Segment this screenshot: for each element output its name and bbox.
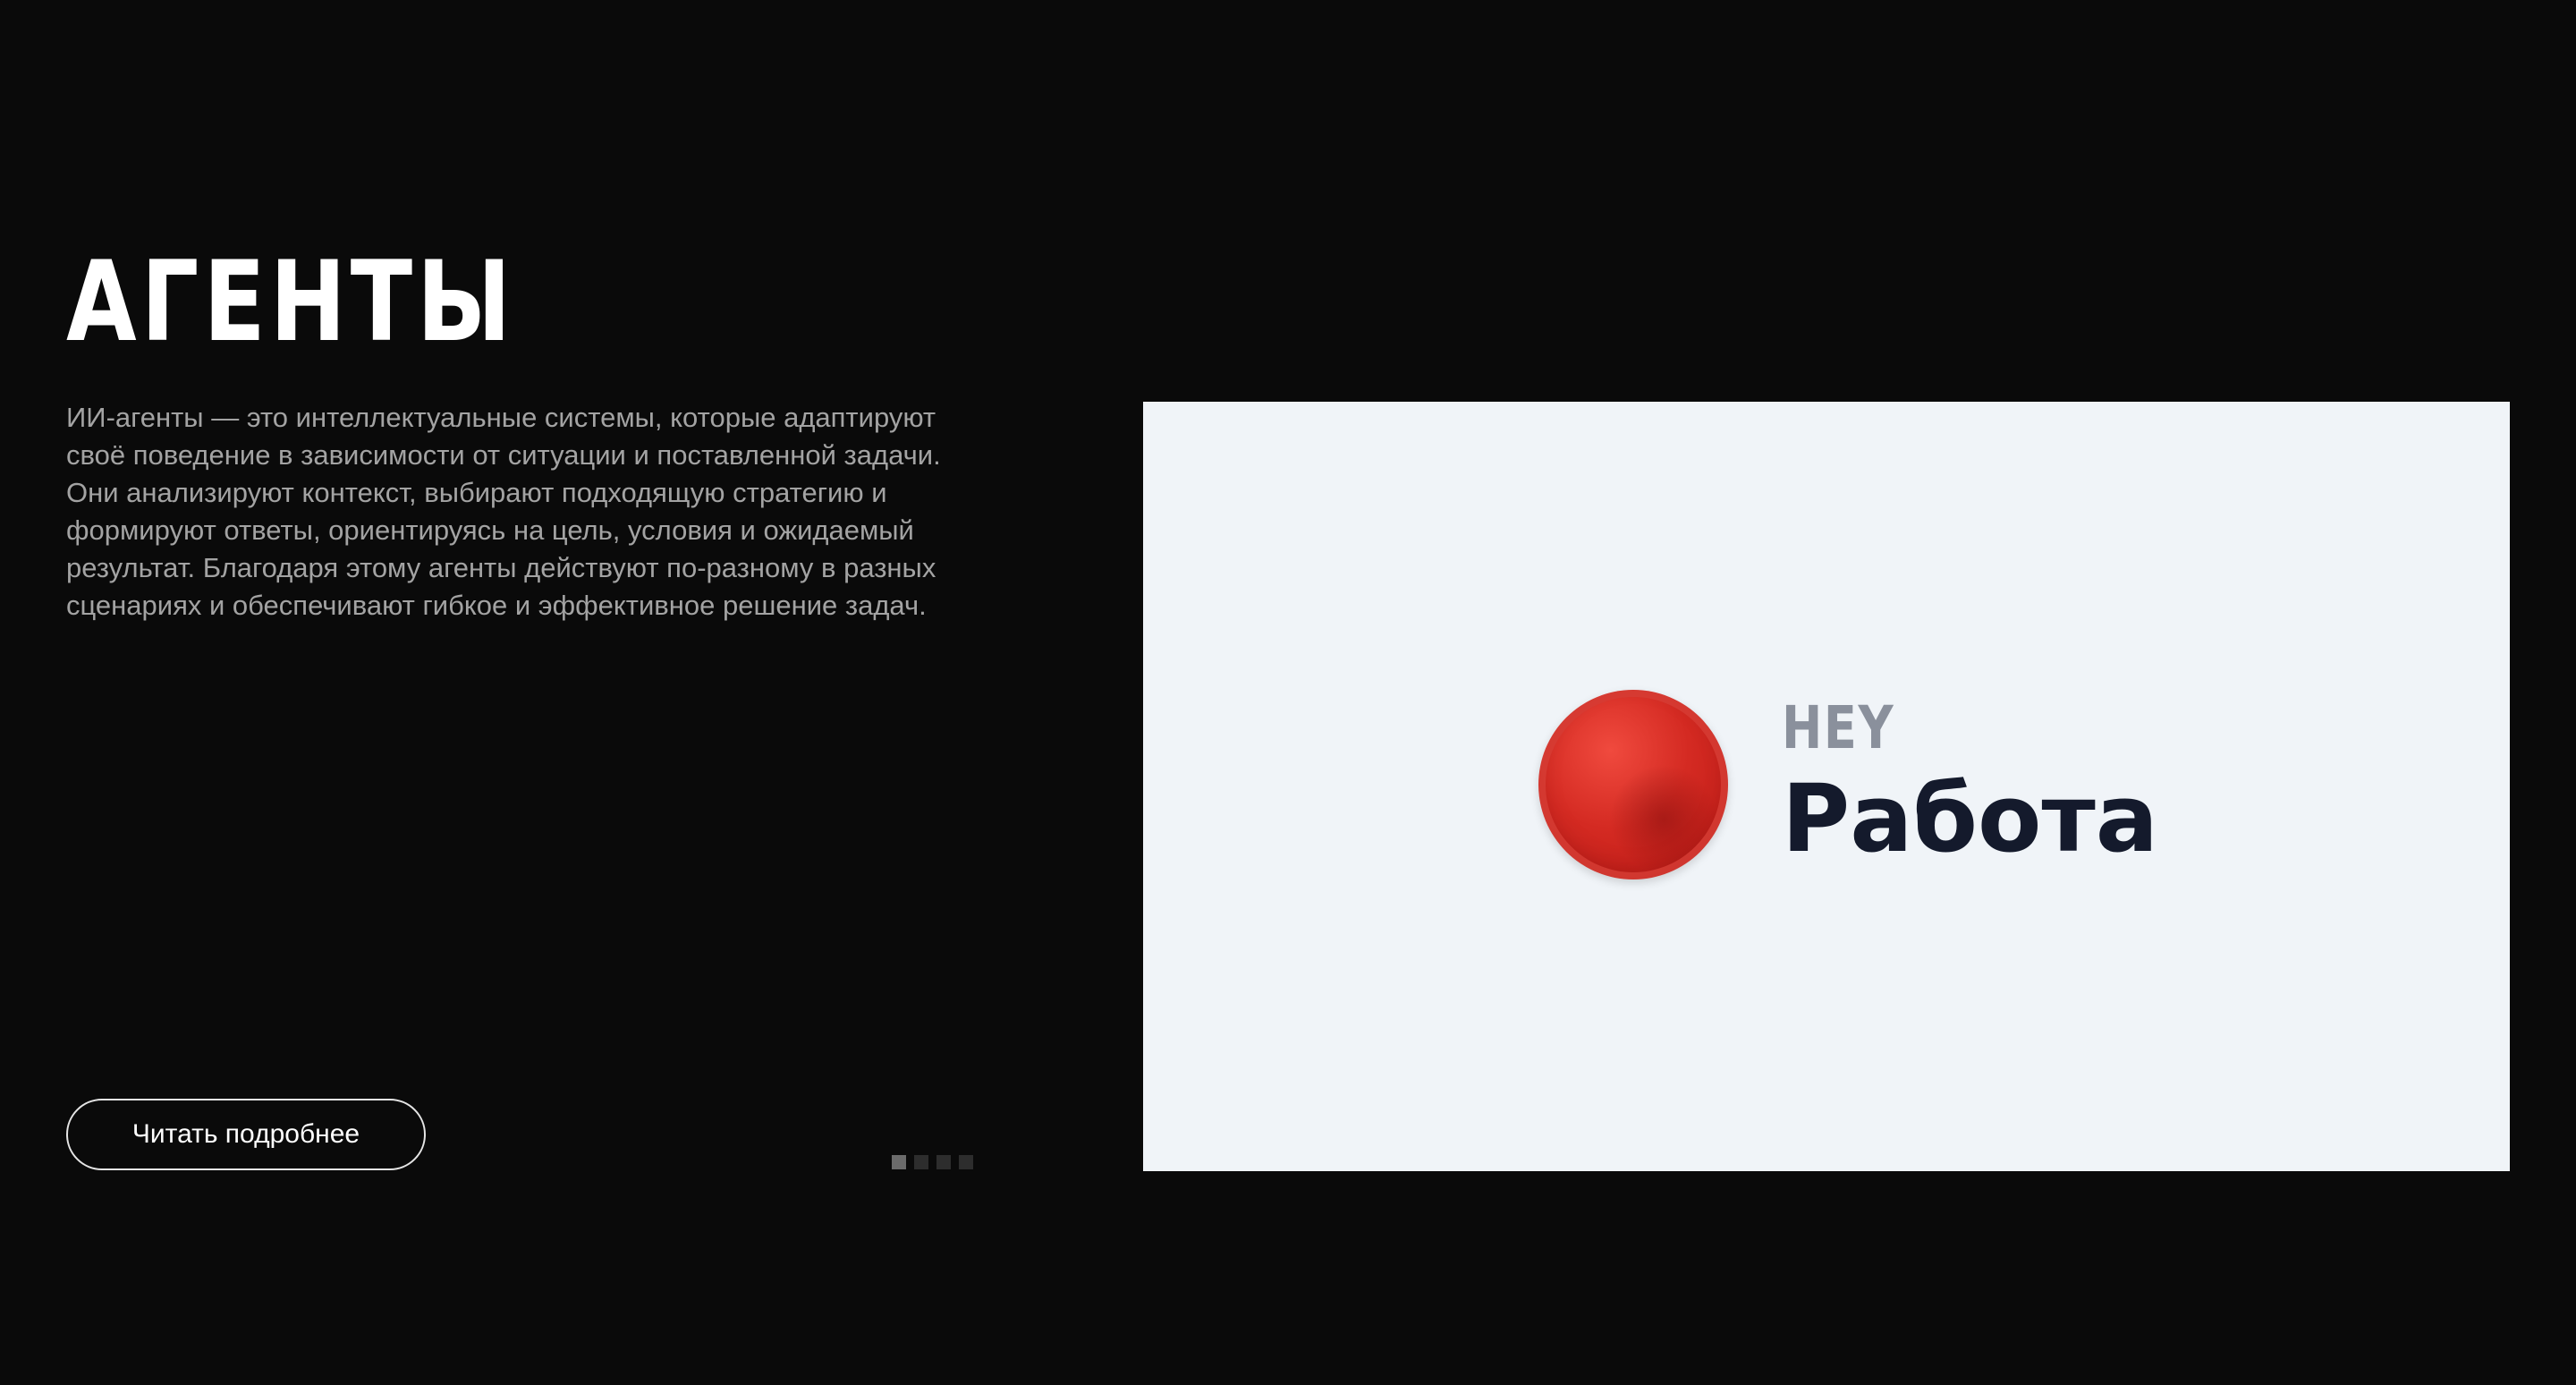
pagination-dot-1[interactable] xyxy=(892,1155,906,1169)
hey-rabota-logo: HEY Работа xyxy=(1538,690,2158,879)
agent-preview-card: HEY Работа xyxy=(1143,402,2510,1171)
section-title: АГЕНТЫ xyxy=(66,238,516,367)
read-more-button[interactable]: Читать подробнее xyxy=(66,1099,426,1170)
logo-text: HEY Работа xyxy=(1782,693,2158,873)
pagination-dot-4[interactable] xyxy=(959,1155,973,1169)
pagination-dot-2[interactable] xyxy=(914,1155,928,1169)
logo-small-text: HEY xyxy=(1782,693,1895,762)
slider-pagination xyxy=(892,1155,973,1169)
section-description: ИИ-агенты — это интеллектуальные системы… xyxy=(66,402,941,621)
pagination-dot-3[interactable] xyxy=(936,1155,951,1169)
agents-section: АГЕНТЫ ИИ-агенты — это интеллектуальные … xyxy=(0,0,2576,1385)
red-orb-icon xyxy=(1538,690,1728,879)
logo-large-text: Работа xyxy=(1782,764,2158,873)
